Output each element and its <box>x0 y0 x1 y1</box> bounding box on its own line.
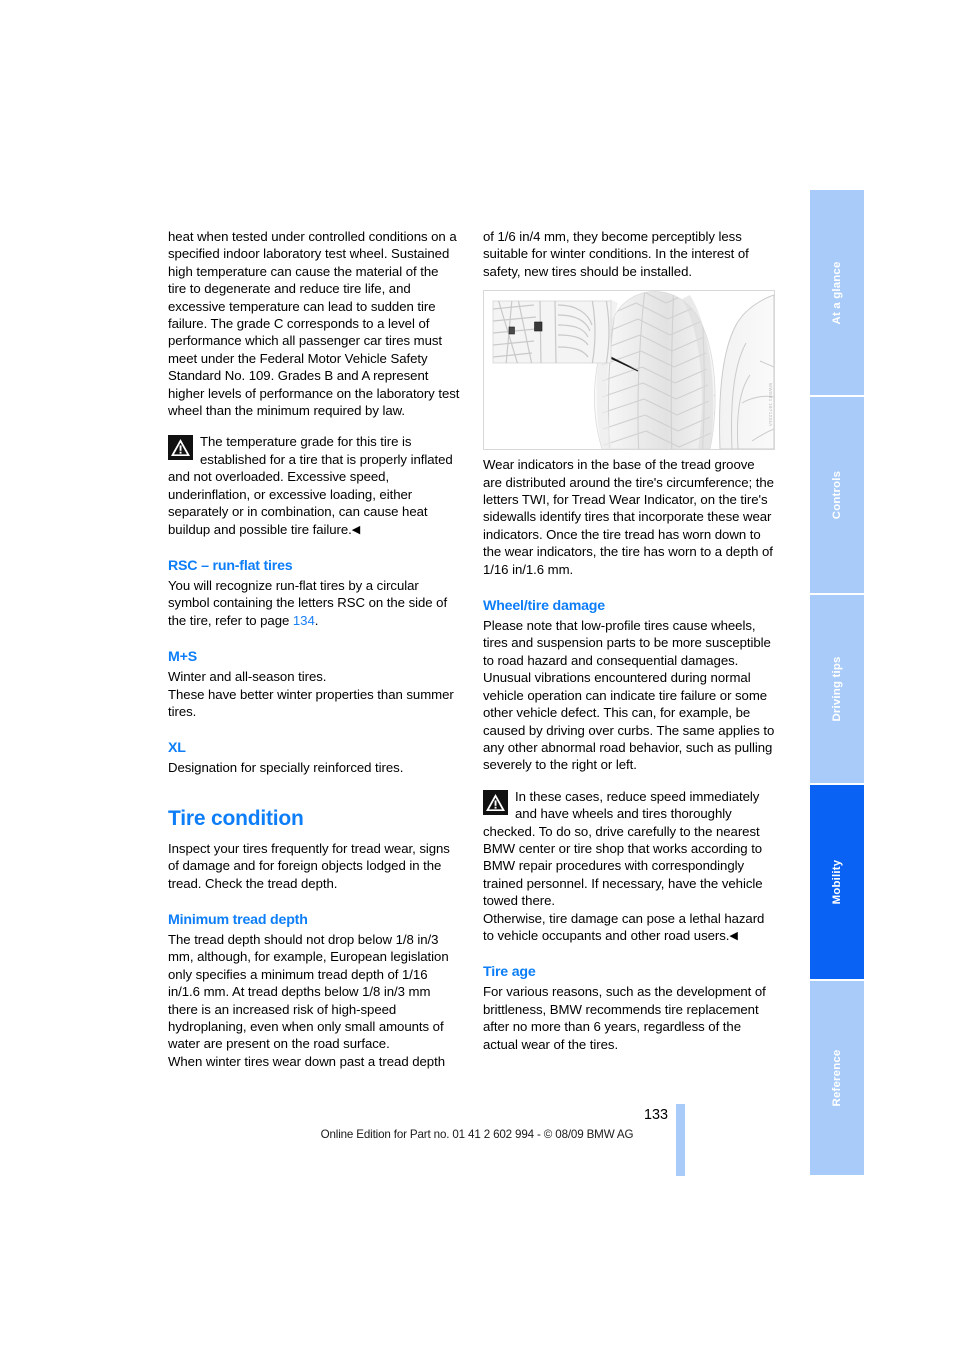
warning-note-text: The temperature grade for this tire is e… <box>168 434 453 537</box>
sidebar-tab-label: Driving tips <box>831 656 843 722</box>
sidebar-tab-mobility[interactable]: Mobility <box>810 785 864 979</box>
sidebar-tab-reference[interactable]: Reference <box>810 981 864 1175</box>
warning-note-wheel-tire-damage: In these cases, reduce speed immediately… <box>483 788 775 910</box>
heading-tire-age: Tire age <box>483 964 536 981</box>
warning-note-text-2-span: Otherwise, tire damage can pose a lethal… <box>483 910 765 943</box>
sidebar-tab-label: At a glance <box>831 261 843 324</box>
wear-indicators-paragraph: Wear indicators in the base of the tread… <box>483 457 774 577</box>
heading-xl: XL <box>168 740 186 757</box>
manual-page: heat when tested under controlled condit… <box>0 0 954 1350</box>
note-end-marker: ◀ <box>729 929 738 942</box>
rsc-text-after-link: . <box>314 612 319 628</box>
rsc-paragraph: You will recognize run-flat tires by a c… <box>168 577 460 629</box>
page-reference-link[interactable]: 134 <box>293 613 315 628</box>
minimum-tread-depth-paragraph: The tread depth should not drop below 1/… <box>168 931 449 1052</box>
note-end-marker: ◀ <box>351 523 361 536</box>
xl-paragraph: Designation for specially reinforced tir… <box>168 760 404 776</box>
continued-paragraph-left: heat when tested under controlled condit… <box>168 229 460 419</box>
sidebar-tab-label: Mobility <box>831 859 843 905</box>
page-title-tire-condition: Tire condition <box>168 806 304 830</box>
tire-condition-intro: Inspect your tires frequently for tread … <box>168 840 450 891</box>
tire-tread-wear-indicator-illustration: WWEB1 1871234A <box>483 290 775 450</box>
heading-wheel-tire-damage: Wheel/tire damage <box>483 598 605 615</box>
chapter-tab-sidebar: At a glance Controls Driving tips Mobili… <box>810 190 864 1175</box>
wheel-tire-damage-paragraph-2: Unusual vibrations encountered during no… <box>483 670 775 773</box>
page-number: 133 <box>643 1107 668 1123</box>
left-text-column: heat when tested under controlled condit… <box>168 228 460 1070</box>
sidebar-tab-label: Reference <box>831 1049 843 1107</box>
warning-note-text-2: Otherwise, tire damage can pose a lethal… <box>483 910 775 945</box>
heading-m-plus-s: M+S <box>168 649 197 666</box>
sidebar-tab-controls[interactable]: Controls <box>810 397 864 593</box>
warning-note-temperature-grade: The temperature grade for this tire is e… <box>168 433 460 537</box>
footer-text: Online Edition for Part no. 01 41 2 602 … <box>320 1128 634 1141</box>
heading-rsc-run-flat-tires: RSC – run-flat tires <box>168 557 293 574</box>
ms-line-1: Winter and all-season tires. <box>168 669 327 685</box>
sidebar-tab-driving-tips[interactable]: Driving tips <box>810 595 864 783</box>
continued-paragraph-right: of 1/6 in/4 mm, they become perceptibly … <box>483 229 749 279</box>
heading-minimum-tread-depth: Minimum tread depth <box>168 911 308 928</box>
ms-line-2: These have better winter properties than… <box>168 686 454 719</box>
tire-age-paragraph: For various reasons, such as the develop… <box>483 984 766 1052</box>
warning-triangle-icon <box>168 435 193 461</box>
wheel-tire-damage-paragraph-1: Please note that low-profile tires cause… <box>483 618 771 668</box>
warning-triangle-icon <box>483 789 508 815</box>
minimum-tread-depth-continued: When winter tires wear down past a tread… <box>168 1053 445 1069</box>
sidebar-tab-label: Controls <box>831 470 843 520</box>
sidebar-tab-at-a-glance[interactable]: At a glance <box>810 190 864 395</box>
figure-id-label: WWEB1 1871234A <box>768 383 773 427</box>
warning-note-text: In these cases, reduce speed immediately… <box>483 788 763 909</box>
